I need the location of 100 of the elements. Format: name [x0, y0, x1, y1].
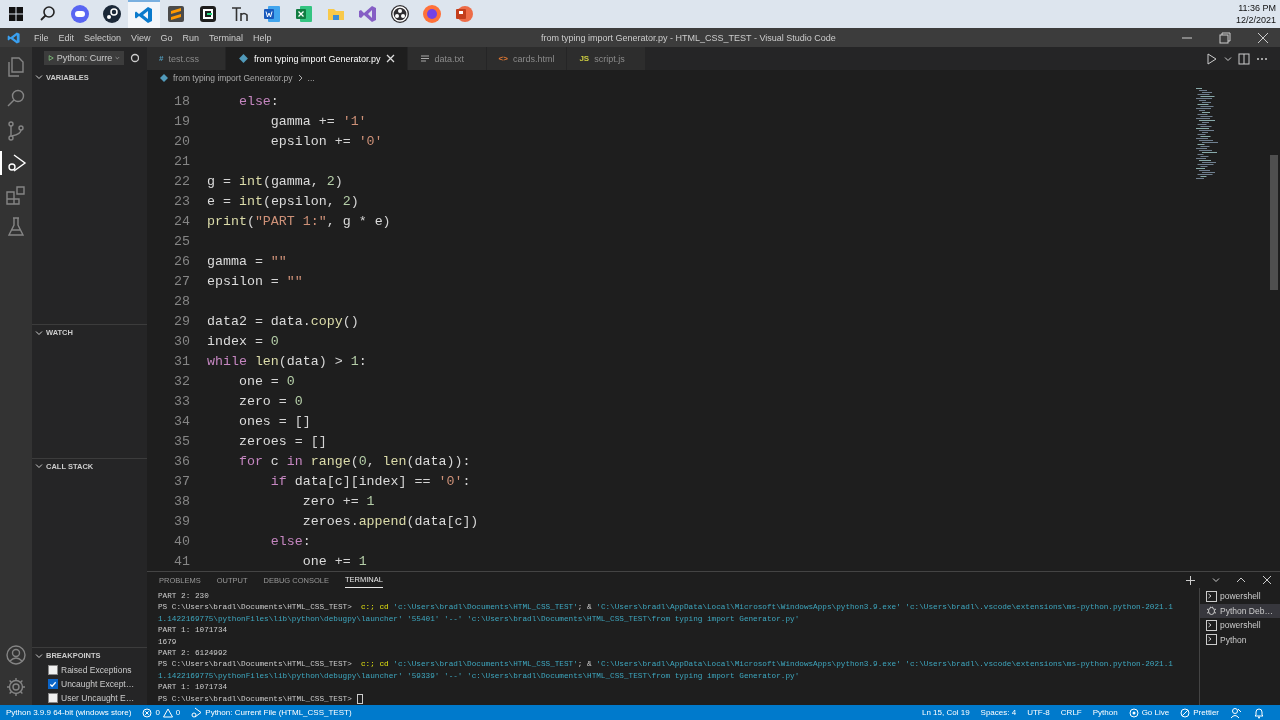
status-item[interactable]: UTF-8: [1027, 708, 1050, 717]
checkbox[interactable]: [48, 679, 58, 689]
debug-config[interactable]: Python: Current File (HTML_CSS_TEST): [205, 708, 352, 717]
menu-item[interactable]: Help: [247, 32, 277, 43]
file-type-icon: #: [159, 54, 164, 63]
line-number: 26: [173, 253, 190, 269]
terminal-list-item[interactable]: powershell: [1200, 618, 1280, 633]
prettier-item[interactable]: Prettier: [1193, 708, 1219, 717]
line-number: 41: [173, 553, 190, 569]
code-line: g = int(gamma, 2): [207, 173, 343, 189]
menu-item[interactable]: Edit: [53, 32, 80, 43]
code-line: gamma = "": [207, 253, 287, 269]
file-type-icon: JS: [579, 54, 590, 63]
code-line: else:: [269, 533, 311, 549]
checkbox[interactable]: [48, 693, 58, 703]
code-line: else:: [237, 93, 279, 109]
bell-icon[interactable]: [1253, 706, 1265, 719]
split-editor-icon[interactable]: [1238, 52, 1250, 65]
editor-tab[interactable]: from typing import Generator.py: [226, 47, 408, 70]
add-icon[interactable]: [1185, 574, 1196, 586]
window-title: from typing import Generator.py - HTML_CSS_TEST - Visual Studio Code: [540, 32, 837, 43]
status-item[interactable]: Ln 15, Col 19: [922, 708, 970, 717]
line-number: 34: [173, 413, 190, 429]
launch-config-dropdown[interactable]: Python: Curre: [44, 51, 124, 66]
code-line: epsilon = "": [207, 273, 303, 289]
code-editor-icon[interactable]: [128, 0, 160, 28]
code-line: one = 0: [237, 373, 295, 389]
clock-time[interactable]: 11:36 PM: [1238, 2, 1276, 14]
line-number: 38: [173, 493, 190, 509]
terminal-list-item[interactable]: Python Deb…: [1200, 603, 1280, 618]
line-number: 19: [173, 113, 190, 129]
editor-tab[interactable]: <> cards.html: [486, 47, 568, 70]
chevron-icon[interactable]: [35, 651, 43, 660]
line-number: 28: [173, 293, 190, 309]
breadcrumb-item[interactable]: from typing import Generator.py: [173, 72, 293, 83]
menu-item[interactable]: View: [126, 32, 156, 43]
file-lines-icon: [419, 53, 430, 64]
caret-icon: [115, 54, 120, 63]
line-number: 31: [173, 353, 190, 369]
caret-icon[interactable]: [1224, 54, 1232, 63]
line-number: 25: [173, 233, 190, 249]
feedback-icon[interactable]: [1230, 706, 1242, 719]
code-line: for c in range(0, len(data)):: [237, 453, 471, 469]
code-editor-icon: [7, 30, 21, 45]
line-number: 27: [173, 273, 190, 289]
status-item[interactable]: Spaces: 4: [980, 708, 1017, 717]
line-number: 37: [173, 473, 190, 489]
status-item[interactable]: CRLF: [1060, 708, 1082, 717]
menu-item[interactable]: Terminal: [203, 32, 248, 43]
file-type-icon: [159, 72, 169, 83]
status-item[interactable]: Python 3.9.9 64-bit (windows store): [6, 708, 132, 717]
code-line: zero += 1: [301, 493, 375, 509]
restore-icon[interactable]: [1218, 30, 1232, 45]
run-icon[interactable]: [1206, 52, 1218, 65]
play-icon: [48, 53, 54, 64]
clock-date[interactable]: 12/2/2021: [1235, 14, 1276, 26]
status-item[interactable]: Python: [1092, 708, 1118, 717]
breakpoint-label: Uncaught Except…: [61, 679, 135, 689]
breakpoint-label: Raised Exceptions: [61, 665, 132, 675]
close-icon[interactable]: [1262, 575, 1272, 585]
editor-tab[interactable]: data.txt: [407, 47, 487, 70]
code-line: data2 = data.copy(): [207, 313, 359, 329]
close-icon[interactable]: [1256, 30, 1270, 45]
line-number: 40: [173, 533, 190, 549]
code-line: gamma += '1': [269, 113, 367, 129]
warning-count[interactable]: 0: [175, 708, 181, 717]
chevron-icon[interactable]: [35, 462, 43, 471]
menu-item[interactable]: Go: [155, 32, 178, 43]
code-line: index = 0: [207, 333, 279, 349]
line-number: 30: [173, 333, 190, 349]
menu-item[interactable]: Selection: [79, 32, 127, 43]
editor-tab[interactable]: # test.css: [147, 47, 226, 70]
terminal-icon: [1206, 634, 1217, 646]
menu-item[interactable]: Run: [177, 32, 204, 43]
menu-item[interactable]: File: [29, 32, 54, 43]
more-icon[interactable]: [1256, 56, 1268, 61]
code-line: epsilon += '0': [269, 133, 383, 149]
caret-icon[interactable]: [1212, 576, 1220, 584]
breadcrumb-item[interactable]: ...: [307, 72, 315, 83]
line-number: 36: [173, 453, 190, 469]
checkbox[interactable]: [48, 665, 58, 675]
chevron-icon: [296, 73, 304, 82]
code-line: if data[c][index] == '0':: [269, 473, 471, 489]
line-number: 24: [173, 213, 190, 229]
scrollbar[interactable]: [1270, 155, 1278, 290]
broadcast-icon: [1128, 707, 1139, 718]
file-type-icon: [238, 53, 249, 64]
error-count[interactable]: 0: [155, 708, 160, 717]
close-icon[interactable]: [385, 54, 395, 63]
terminal-list-item[interactable]: powershell: [1200, 589, 1280, 604]
line-number: 32: [173, 373, 190, 389]
code-line: one += 1: [301, 553, 367, 569]
bug-icon: [1206, 605, 1217, 617]
maximize-panel-icon[interactable]: [1236, 575, 1246, 585]
go-live-button[interactable]: Go Live: [1141, 708, 1170, 717]
editor-tab[interactable]: JS script.js: [567, 47, 647, 70]
line-number: 35: [173, 433, 190, 449]
terminal-list-item[interactable]: Python: [1200, 632, 1280, 647]
chevron-icon[interactable]: [35, 328, 43, 337]
chevron-icon[interactable]: [35, 73, 43, 82]
